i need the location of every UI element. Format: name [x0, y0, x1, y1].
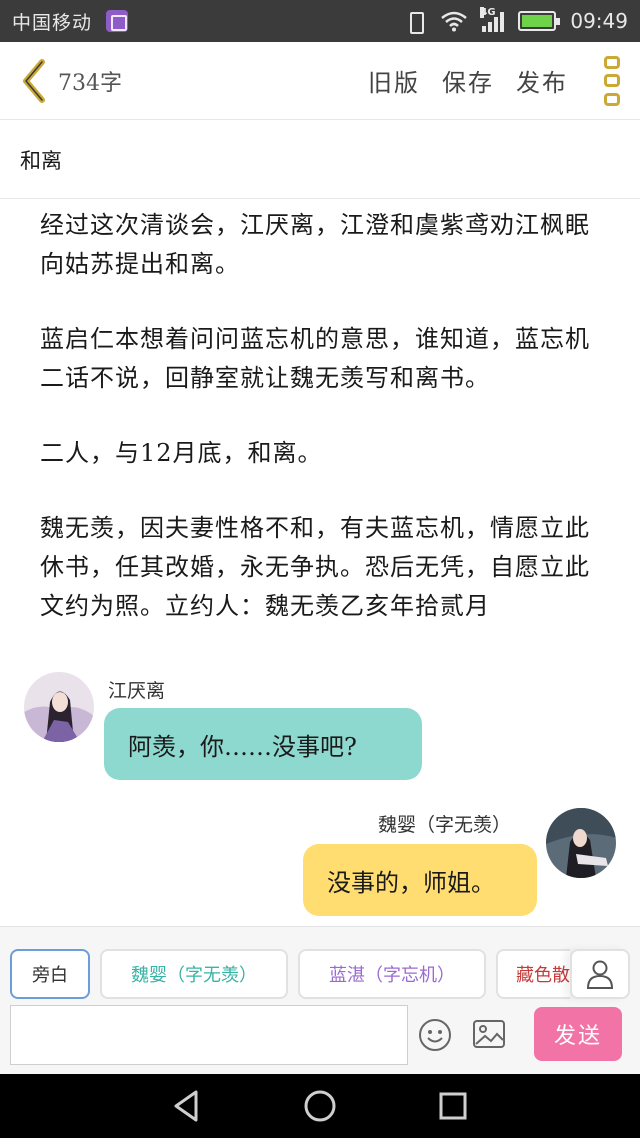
message-bubble[interactable]: 没事的，师姐。: [303, 844, 537, 916]
paragraph: 蓝启仁本想着问问蓝忘机的意思，谁知道，蓝忘机二话不说，回静室就让魏无羡写和离书。: [40, 325, 590, 392]
role-chip-narration[interactable]: 旁白: [10, 949, 90, 999]
editor-header: 734字 旧版 保存 发布: [0, 42, 640, 120]
avatar[interactable]: [24, 672, 94, 742]
composer-panel: 旁白 魏婴（字无羡） 蓝湛（字忘机） 藏色散人 发送: [0, 926, 640, 1074]
message-input[interactable]: [10, 1005, 408, 1065]
home-circle-icon[interactable]: [302, 1088, 338, 1124]
publish-button[interactable]: 发布: [516, 63, 568, 98]
recents-square-icon[interactable]: [435, 1088, 471, 1124]
message-text: 没事的，师姐。: [327, 868, 495, 897]
screen: 中国移动 4G 09:49 734字 旧版 保存 发布 和离 经过这次清谈会，江…: [0, 0, 640, 1138]
document-body: 经过这次清谈会，江厌离，江澄和虞紫鸢劝江枫眠向姑苏提出和离。 蓝启仁本想着问问蓝…: [40, 206, 610, 662]
gallery-icon: [106, 10, 129, 32]
document-title: 和离: [20, 148, 62, 173]
back-triangle-icon[interactable]: [169, 1088, 205, 1124]
clock: 09:49: [570, 9, 628, 33]
save-button[interactable]: 保存: [442, 63, 494, 98]
message-text: 阿羡，你……没事吧?: [128, 732, 357, 761]
old-version-button[interactable]: 旧版: [368, 63, 420, 98]
battery-icon: [518, 11, 561, 31]
paragraph: 经过这次清谈会，江厌离，江澄和虞紫鸢劝江枫眠向姑苏提出和离。: [40, 211, 590, 278]
role-selector: 旁白 魏婴（字无羡） 蓝湛（字忘机） 藏色散人: [10, 949, 570, 999]
sender-name: 魏婴（字无羡）: [378, 814, 512, 836]
header-actions: 旧版 保存 发布: [368, 55, 624, 106]
role-chip-cangse[interactable]: 藏色散人: [496, 949, 570, 999]
send-button[interactable]: 发送: [534, 1007, 622, 1061]
role-chip-weiying[interactable]: 魏婴（字无羡）: [100, 949, 288, 999]
vibrate-icon: [404, 10, 426, 34]
back-arrow-icon[interactable]: [16, 56, 52, 106]
paragraph: 二人，与12月底，和离。: [40, 439, 323, 467]
person-icon: [586, 960, 614, 989]
title-field[interactable]: 和离: [0, 121, 640, 199]
wifi-icon: [441, 11, 468, 32]
add-role-button[interactable]: [570, 949, 630, 999]
more-menu-icon[interactable]: [604, 55, 624, 106]
role-chip-lanzhan[interactable]: 蓝湛（字忘机）: [298, 949, 486, 999]
network-type: 4G: [480, 7, 496, 18]
emoji-icon[interactable]: [418, 1018, 452, 1052]
message-bubble[interactable]: 阿羡，你……没事吧?: [104, 708, 422, 780]
battery-level: [522, 15, 553, 27]
status-bar: 中国移动 4G 09:49: [0, 0, 640, 42]
signal-icon: 4G: [480, 7, 505, 32]
carrier-name: 中国移动: [12, 11, 93, 34]
word-count: 734字: [58, 70, 122, 96]
sender-name: 江厌离: [108, 680, 166, 702]
paragraph: 魏无羡，因夫妻性格不和，有夫蓝忘机，情愿立此休书，任其改婚，永无争执。恐后无凭，…: [40, 514, 590, 620]
system-nav-bar: [0, 1074, 640, 1138]
avatar[interactable]: [546, 808, 616, 878]
image-icon[interactable]: [472, 1019, 506, 1049]
